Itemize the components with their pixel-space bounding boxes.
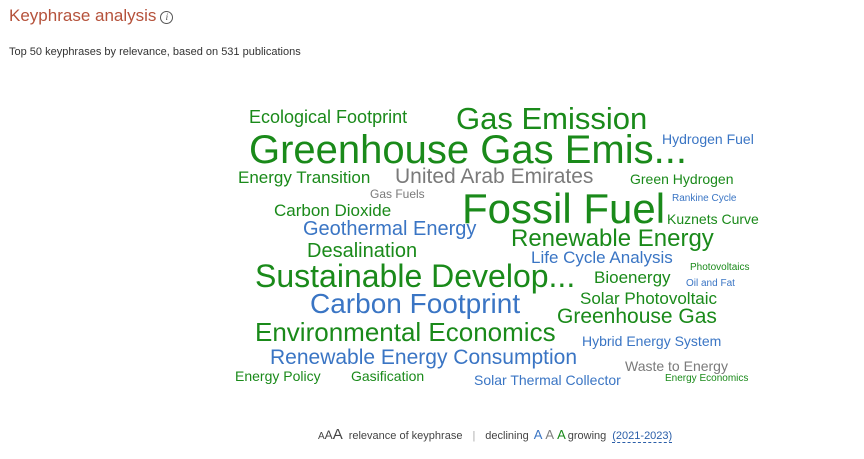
keyphrase[interactable]: Bioenergy bbox=[594, 269, 671, 286]
keyphrase[interactable]: Kuznets Curve bbox=[667, 212, 759, 226]
legend-size-large: A bbox=[332, 426, 343, 443]
legend-trend-stable: A bbox=[545, 427, 555, 442]
keyphrase-cloud: Ecological Footprint Gas Emission Hydrogen… bbox=[0, 0, 864, 459]
legend-trend-declining: A bbox=[533, 427, 543, 442]
keyphrase[interactable]: Solar Thermal Collector bbox=[474, 373, 621, 387]
keyphrase[interactable]: Oil and Fat bbox=[686, 279, 735, 289]
keyphrase[interactable]: Carbon Dioxide bbox=[274, 202, 391, 219]
keyphrase[interactable]: Ecological Footprint bbox=[249, 108, 407, 126]
legend-declining-label: declining bbox=[485, 430, 529, 442]
keyphrase[interactable]: Rankine Cycle bbox=[672, 194, 736, 204]
keyphrase[interactable]: Gas Fuels bbox=[370, 188, 425, 200]
keyphrase[interactable]: Greenhouse Gas Emis... bbox=[249, 130, 687, 170]
keyphrase[interactable]: Fossil Fuel bbox=[462, 188, 665, 230]
legend-size-medium: A bbox=[324, 428, 333, 442]
keyphrase[interactable]: Renewable Energy Consumption bbox=[270, 347, 577, 368]
keyphrase[interactable]: Carbon Footprint bbox=[310, 290, 520, 318]
keyphrase[interactable]: Gasification bbox=[351, 369, 424, 383]
legend-size-small: A bbox=[318, 431, 325, 442]
keyphrase[interactable]: Waste to Energy bbox=[625, 359, 728, 373]
keyphrase[interactable]: Green Hydrogen bbox=[630, 172, 734, 186]
keyphrase[interactable]: Energy Transition bbox=[238, 169, 370, 186]
keyphrase[interactable]: Environmental Economics bbox=[255, 319, 556, 345]
legend: A A A relevance of keyphrase | declining… bbox=[318, 426, 673, 443]
keyphrase[interactable]: Energy Policy bbox=[235, 369, 321, 383]
legend-trend-growing: A bbox=[557, 427, 566, 442]
period-link[interactable]: (2021-2023) bbox=[612, 430, 673, 443]
keyphrase[interactable]: Energy Economics bbox=[665, 374, 748, 384]
legend-growing-label: growing bbox=[567, 430, 607, 442]
legend-separator: | bbox=[472, 430, 476, 442]
keyphrase[interactable]: Photovoltaics bbox=[690, 263, 749, 273]
keyphrase[interactable]: United Arab Emirates bbox=[395, 166, 593, 187]
legend-relevance-label: relevance of keyphrase bbox=[348, 430, 463, 442]
keyphrase[interactable]: Geothermal Energy bbox=[303, 219, 476, 239]
keyphrase[interactable]: Greenhouse Gas bbox=[557, 306, 717, 327]
keyphrase[interactable]: Hybrid Energy System bbox=[582, 334, 721, 348]
